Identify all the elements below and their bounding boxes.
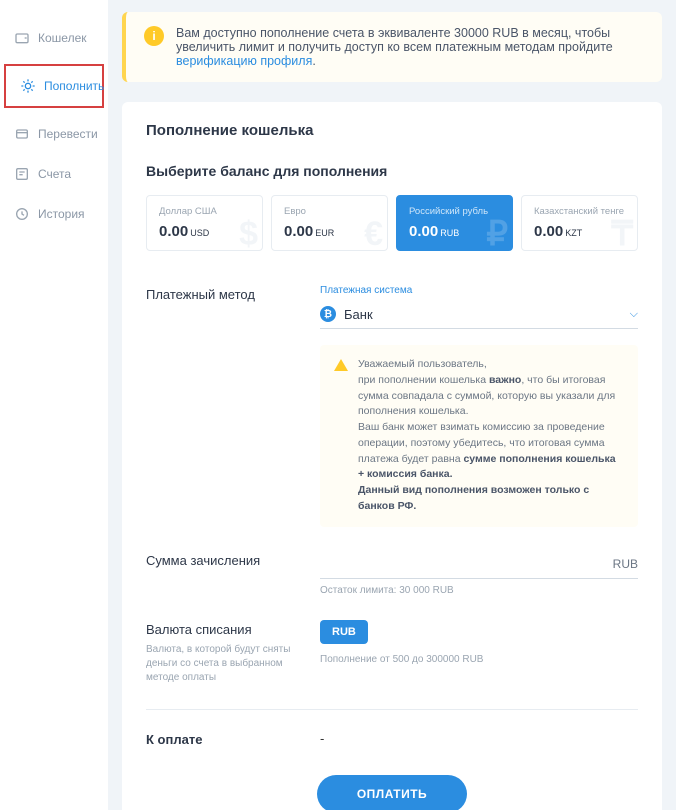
balances-title: Выберите баланс для пополнения	[146, 163, 638, 179]
alert-text: Вам доступно пополнение счета в эквивале…	[176, 26, 644, 68]
sidebar-item-wallet[interactable]: Кошелек	[0, 18, 108, 58]
debit-currency-hint: Валюта, в которой будут сняты деньги со …	[146, 643, 296, 685]
range-hint: Пополнение от 500 до 300000 RUB	[320, 654, 638, 665]
balance-value: 0.00KZT	[534, 223, 625, 240]
accounts-icon	[14, 166, 30, 182]
sidebar-item-accounts[interactable]: Счета	[0, 154, 108, 194]
sidebar-item-label: Пополнить	[44, 79, 104, 93]
currency-chip[interactable]: RUB	[320, 620, 368, 644]
sidebar-item-label: Перевести	[38, 127, 98, 141]
amount-currency: RUB	[613, 557, 638, 571]
balance-rub[interactable]: Российский рубль 0.00RUB ₽	[396, 195, 513, 251]
balance-value: 0.00EUR	[284, 223, 375, 240]
balance-label: Евро	[284, 206, 375, 217]
main-content: i Вам доступно пополнение счета в эквива…	[108, 0, 676, 810]
payment-method-select[interactable]: ₿ Банк ⌵	[320, 300, 638, 329]
sidebar-item-label: Кошелек	[38, 31, 87, 45]
warning-text: Уважаемый пользователь, при пополнении к…	[358, 357, 624, 515]
sidebar-item-history[interactable]: История	[0, 194, 108, 234]
limit-alert: i Вам доступно пополнение счета в эквива…	[122, 12, 662, 82]
page-title: Пополнение кошелька	[146, 122, 638, 139]
balance-label: Казахстанский тенге	[534, 206, 625, 217]
sidebar-item-topup[interactable]: Пополнить	[4, 64, 104, 108]
balance-kzt[interactable]: Казахстанский тенге 0.00KZT ₸	[521, 195, 638, 251]
balance-grid: Доллар США 0.00USD $ Евро 0.00EUR € Росс…	[146, 195, 638, 251]
select-value: Банк	[344, 307, 373, 322]
topup-card: Пополнение кошелька Выберите баланс для …	[122, 102, 662, 810]
amount-input[interactable]	[320, 551, 638, 579]
balance-label: Доллар США	[159, 206, 250, 217]
chevron-down-icon: ⌵	[630, 308, 638, 321]
sidebar-item-label: Счета	[38, 167, 71, 181]
divider	[146, 709, 638, 710]
sidebar-item-label: История	[38, 207, 85, 221]
topup-icon	[20, 78, 36, 94]
warning-icon	[334, 359, 348, 371]
verification-link[interactable]: верификацию профиля	[176, 54, 312, 68]
sidebar: Кошелек Пополнить Перевести Счета Истори…	[0, 0, 108, 810]
balance-value: 0.00USD	[159, 223, 250, 240]
sidebar-item-transfer[interactable]: Перевести	[0, 114, 108, 154]
amount-label: Сумма зачисления	[146, 551, 296, 568]
balance-value: 0.00RUB	[409, 223, 500, 240]
debit-currency-label: Валюта списания	[146, 622, 296, 637]
bank-icon: ₿	[320, 306, 336, 322]
history-icon	[14, 206, 30, 222]
wallet-icon	[14, 30, 30, 46]
pay-button[interactable]: ОПЛАТИТЬ	[317, 775, 467, 810]
info-icon: i	[144, 26, 164, 46]
balance-eur[interactable]: Евро 0.00EUR €	[271, 195, 388, 251]
to-pay-value: -	[320, 731, 638, 746]
payment-method-label: Платежный метод	[146, 285, 296, 302]
transfer-icon	[14, 126, 30, 142]
limit-hint: Остаток лимита: 30 000 RUB	[320, 585, 638, 596]
to-pay-label: К оплате	[146, 730, 296, 747]
payment-system-label: Платежная система	[320, 285, 638, 296]
balance-label: Российский рубль	[409, 206, 500, 217]
bank-warning: Уважаемый пользователь, при пополнении к…	[320, 345, 638, 527]
balance-usd[interactable]: Доллар США 0.00USD $	[146, 195, 263, 251]
